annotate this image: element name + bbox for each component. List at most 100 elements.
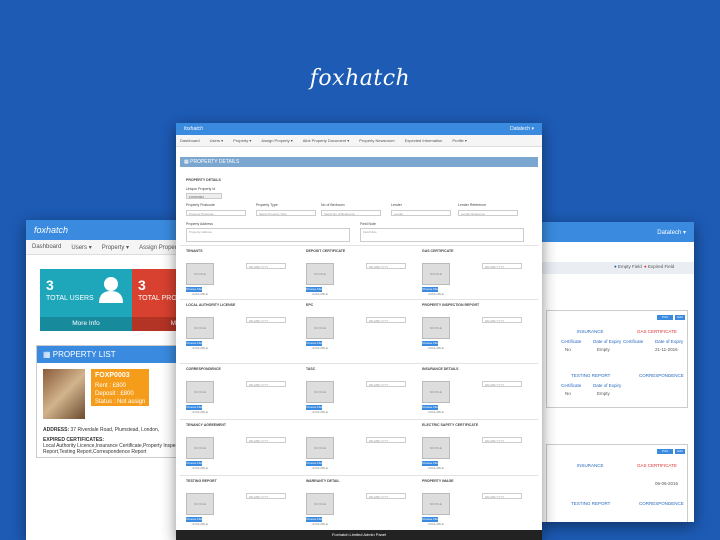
nav-expected-info[interactable]: Expected Information: [405, 138, 443, 143]
no-file-placeholder: NO FILE AVAILABLE: [306, 263, 334, 296]
property-photo: [43, 369, 85, 419]
expired-certificates-list: Local Authority Licence,Insurance Certif…: [43, 443, 187, 455]
footer: Foxhatch Limited Admin Panel: [176, 530, 542, 540]
card1-testing-title: TESTING REPORT: [571, 373, 611, 378]
note-label: Field Note: [360, 222, 376, 226]
total-users-tile: 3 TOTAL USERS More Info: [40, 269, 132, 331]
nav-assign-property[interactable]: Assign Property ▾: [261, 138, 292, 143]
user-menu[interactable]: Datatech ▾: [657, 229, 686, 236]
form-field[interactable]: Select Property Type: [256, 210, 316, 216]
date-field[interactable]: DD-MM-YYYY: [246, 493, 286, 499]
date-field[interactable]: DD-MM-YYYY: [482, 437, 522, 443]
nav-users[interactable]: Users ▾: [71, 244, 91, 251]
date-field[interactable]: DD-MM-YYYY: [366, 437, 406, 443]
form-field[interactable]: Lender Reference: [458, 210, 518, 216]
field-label: Property Type: [256, 203, 278, 207]
date-field[interactable]: DD-MM-YYYY: [246, 263, 286, 269]
nav-allot-document[interactable]: Allot Property Document ▾: [303, 138, 349, 143]
section-heading: INSURANCE DETAILS: [422, 367, 459, 371]
choose-file-button[interactable]: Choose File: [306, 461, 322, 466]
date-field[interactable]: DD-MM-YYYY: [246, 381, 286, 387]
no-file-placeholder: NO FILE AVAILABLE: [186, 437, 214, 470]
choose-file-button[interactable]: Choose File: [422, 517, 438, 522]
nav-dashboard[interactable]: Dashboard: [32, 244, 61, 250]
date-field[interactable]: DD-MM-YYYY: [366, 317, 406, 323]
date-field[interactable]: DD-MM-YYYY: [246, 437, 286, 443]
page-title: ▦ PROPERTY DETAILS: [180, 157, 538, 167]
choose-file-button[interactable]: Choose File: [306, 287, 322, 292]
section-heading: DEPOSIT CERTIFICATE: [306, 249, 346, 253]
card1-cert-label: Certificate: [561, 339, 582, 344]
address-value: 37 Riverdale Road, Plumstead, London,: [70, 427, 160, 433]
form-field[interactable]: Property Postcode: [186, 210, 246, 216]
date-field[interactable]: DD-MM-YYYY: [366, 263, 406, 269]
no-file-placeholder: NO FILE AVAILABLE: [186, 381, 214, 414]
row-divider: [180, 363, 538, 364]
edit-button-2[interactable]: Edit: [675, 449, 685, 454]
choose-file-button[interactable]: Choose File: [422, 341, 438, 346]
card1-expiry-label-3: Date of Expiry: [593, 383, 622, 388]
no-file-placeholder: NO FILE AVAILABLE: [306, 381, 334, 414]
section-heading: ELECTRIC SAFETY CERTIFICATE: [422, 423, 479, 427]
date-field[interactable]: DD-MM-YYYY: [482, 493, 522, 499]
date-field[interactable]: DD-MM-YYYY: [482, 381, 522, 387]
section-heading: LOCAL AUTHORITY LICENSE: [186, 303, 236, 307]
property-list-title-text: PROPERTY LIST: [52, 350, 116, 359]
no-file-placeholder: NO FILE AVAILABLE: [306, 493, 334, 526]
app-logo-front[interactable]: foxhatch: [184, 126, 203, 132]
date-field[interactable]: DD-MM-YYYY: [246, 317, 286, 323]
total-users-more-info[interactable]: More Info: [40, 317, 132, 331]
row-divider: [180, 475, 538, 476]
no-file-placeholder: NO FILE AVAILABLE: [422, 437, 450, 470]
date-field[interactable]: DD-MM-YYYY: [482, 263, 522, 269]
brand-logo-text: foxhatch: [309, 66, 411, 91]
total-property-count: 3: [138, 277, 146, 293]
total-users-count: 3: [46, 277, 54, 293]
nav-profile[interactable]: Profile ▾: [452, 138, 466, 143]
choose-file-button[interactable]: Choose File: [186, 341, 202, 346]
choose-file-button[interactable]: Choose File: [306, 405, 322, 410]
user-menu-front[interactable]: Datatech ▾: [510, 126, 534, 132]
card1-value-empty: Empty: [597, 347, 610, 352]
card1-gas-title: GAS CERTIFICATE: [637, 329, 677, 334]
choose-file-button[interactable]: Choose File: [186, 461, 202, 466]
section-heading: EPC: [306, 303, 314, 307]
edit-button[interactable]: Edit: [675, 315, 685, 320]
nav-newsroom[interactable]: Property Newsroom: [359, 138, 394, 143]
card1-expiry-label: Date of Expiry: [593, 339, 622, 344]
choose-file-button[interactable]: Choose File: [422, 405, 438, 410]
legend-expired-field: Expired Field: [647, 264, 675, 269]
card2-gas-title: GAS CERTIFICATE: [637, 463, 677, 468]
nav-bar-front: Dashboard Users ▾ Property ▾ Assign Prop…: [176, 135, 542, 147]
date-field[interactable]: DD-MM-YYYY: [366, 381, 406, 387]
choose-file-button[interactable]: Choose File: [186, 517, 202, 522]
choose-file-button[interactable]: Choose File: [422, 287, 438, 292]
choose-file-button[interactable]: Choose File: [306, 517, 322, 522]
print-button-2[interactable]: Print: [657, 449, 673, 454]
property-rent: Rent : £800: [91, 382, 150, 390]
page-title-text: PROPERTY DETAILS: [190, 159, 240, 165]
nav-property[interactable]: Property ▾: [233, 138, 251, 143]
nav-users[interactable]: Users ▾: [210, 138, 224, 143]
no-file-placeholder: NO FILE AVAILABLE: [306, 437, 334, 470]
choose-file-button[interactable]: Choose File: [186, 287, 202, 292]
section-heading: TESTING REPORT: [186, 479, 217, 483]
no-file-placeholder: NO FILE AVAILABLE: [422, 381, 450, 414]
choose-file-button[interactable]: Choose File: [306, 341, 322, 346]
choose-file-button[interactable]: Choose File: [186, 405, 202, 410]
row-divider: [180, 419, 538, 420]
nav-dashboard[interactable]: Dashboard: [180, 138, 200, 143]
nav-property[interactable]: Property ▾: [102, 244, 129, 251]
no-file-placeholder: NO FILE AVAILABLE: [422, 317, 450, 350]
card1-value-date: 21-11-2016: [655, 347, 678, 352]
choose-file-button[interactable]: Choose File: [422, 461, 438, 466]
form-field[interactable]: Lender: [391, 210, 451, 216]
date-field[interactable]: DD-MM-YYYY: [482, 317, 522, 323]
row-divider: [180, 299, 538, 300]
note-field[interactable]: Field Note: [360, 228, 524, 242]
form-field[interactable]: Select No of Bedrooms: [321, 210, 381, 216]
address-field[interactable]: Property Address: [186, 228, 350, 242]
date-field[interactable]: DD-MM-YYYY: [366, 493, 406, 499]
app-logo[interactable]: foxhatch: [34, 225, 68, 235]
print-button[interactable]: Print: [657, 315, 673, 320]
